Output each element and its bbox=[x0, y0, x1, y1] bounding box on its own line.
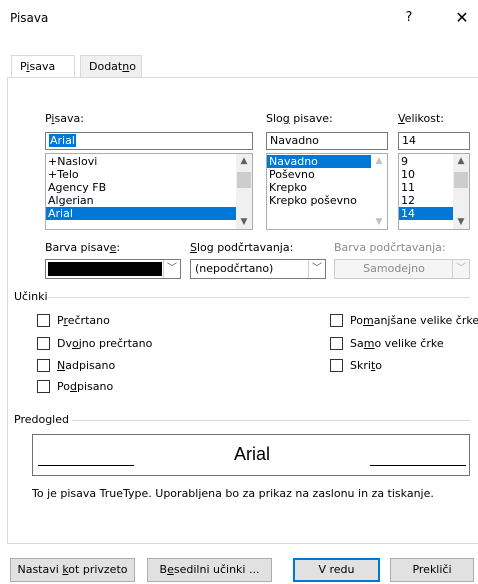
tab-font-label-rest: sava bbox=[29, 60, 56, 73]
tab-advanced[interactable]: Dodatno bbox=[80, 55, 142, 78]
font-list-item-selected[interactable]: Arial bbox=[46, 207, 236, 220]
preview-sample-text: Arial bbox=[233, 444, 270, 464]
size-list-item-selected[interactable]: 14 bbox=[399, 207, 453, 220]
underline-style-label: Slog podčrtavanja: bbox=[190, 241, 294, 254]
underline-style-dropdown[interactable]: (nepodčrtano) ﹀ bbox=[190, 259, 326, 279]
double-strikethrough-checkbox[interactable]: Dvojno prečrtano bbox=[37, 337, 237, 353]
small-caps-checkbox[interactable]: Pomanjšane velike črke bbox=[330, 314, 478, 330]
hidden-checkbox[interactable]: Skrito bbox=[330, 359, 475, 375]
chevron-down-icon: ﹀ bbox=[452, 260, 469, 278]
checkbox-box[interactable] bbox=[37, 337, 50, 350]
style-list-item[interactable]: Krepko poševno bbox=[267, 194, 371, 207]
font-color-swatch bbox=[48, 262, 162, 276]
underline-color-label: Barva podčrtavanja: bbox=[334, 241, 446, 254]
style-list[interactable]: Navadno Poševno Krepko Krepko poševno ▲ … bbox=[266, 153, 388, 230]
style-list-item[interactable]: Krepko bbox=[267, 181, 371, 194]
cancel-button[interactable]: Prekliči bbox=[390, 558, 474, 582]
font-list-item[interactable]: Algerian bbox=[46, 194, 236, 207]
scroll-up-icon[interactable]: ▲ bbox=[236, 154, 252, 168]
checkbox-box[interactable] bbox=[37, 359, 50, 372]
size-list-item[interactable]: 10 bbox=[399, 168, 453, 181]
scroll-up-icon: ▲ bbox=[375, 156, 383, 166]
title-bar: Pisava ? ✕ bbox=[0, 0, 478, 36]
checkbox-box[interactable] bbox=[330, 337, 343, 350]
tab-advanced-label: Dodat bbox=[89, 60, 123, 73]
preview-box: Arial bbox=[32, 434, 470, 476]
font-list-item[interactable]: +Naslovi bbox=[46, 155, 236, 168]
preview-baseline-left bbox=[38, 465, 134, 466]
font-list-item[interactable]: +Telo bbox=[46, 168, 236, 181]
ok-button[interactable]: V redu bbox=[293, 558, 380, 582]
style-list-item-selected[interactable]: Navadno bbox=[267, 155, 371, 168]
preview-baseline-right bbox=[370, 465, 466, 466]
set-as-default-button[interactable]: Nastavi kot privzeto bbox=[10, 558, 135, 582]
window-title: Pisava bbox=[10, 11, 49, 25]
subscript-checkbox[interactable]: Podpisano bbox=[37, 380, 237, 396]
checkbox-box[interactable] bbox=[330, 359, 343, 372]
font-list-item[interactable]: Agency FB bbox=[46, 181, 236, 194]
close-icon[interactable]: ✕ bbox=[448, 6, 476, 30]
scroll-down-icon: ▼ bbox=[375, 217, 383, 227]
font-list[interactable]: +Naslovi +Telo Agency FB Algerian Arial … bbox=[45, 153, 253, 230]
checkbox-label: Samo velike črke bbox=[350, 337, 444, 350]
preview-title: Predogled bbox=[14, 413, 69, 426]
checkbox-label: Nadpisano bbox=[57, 359, 116, 372]
font-label: Pisava: bbox=[45, 112, 84, 125]
underline-style-value: (nepodčrtano) bbox=[195, 262, 274, 275]
font-color-dropdown[interactable]: ﹀ bbox=[45, 259, 181, 279]
size-input[interactable]: 14 bbox=[398, 132, 470, 150]
checkbox-label: Dvojno prečrtano bbox=[57, 337, 153, 350]
text-effects-button[interactable]: Besedilni učinki ... bbox=[147, 558, 272, 582]
scroll-down-icon[interactable]: ▼ bbox=[236, 215, 252, 229]
size-list-item[interactable]: 9 bbox=[399, 155, 453, 168]
help-button[interactable]: ? bbox=[395, 6, 423, 30]
chevron-down-icon[interactable]: ﹀ bbox=[308, 260, 325, 278]
size-list-item[interactable]: 12 bbox=[399, 194, 453, 207]
style-list-item[interactable]: Poševno bbox=[267, 168, 371, 181]
superscript-checkbox[interactable]: Nadpisano bbox=[37, 359, 237, 375]
font-input[interactable]: Arial bbox=[45, 132, 253, 150]
font-color-label: Barva pisave: bbox=[45, 241, 121, 254]
checkbox-box[interactable] bbox=[330, 314, 343, 327]
tab-advanced-label-rest: o bbox=[129, 60, 136, 73]
checkbox-label: Podpisano bbox=[57, 380, 114, 393]
preview-divider bbox=[72, 420, 470, 421]
size-list[interactable]: 9 10 11 12 14 ▲ ▼ bbox=[398, 153, 470, 230]
style-list-scrollbar: ▲ ▼ bbox=[371, 154, 387, 229]
checkbox-label: Skrito bbox=[350, 359, 382, 372]
checkbox-label: Prečrtano bbox=[57, 314, 110, 327]
size-label: Velikost: bbox=[398, 112, 445, 125]
all-caps-checkbox[interactable]: Samo velike črke bbox=[330, 337, 475, 353]
underline-color-value: Samodejno bbox=[363, 262, 425, 275]
effects-divider bbox=[48, 297, 470, 298]
checkbox-box[interactable] bbox=[37, 314, 50, 327]
scroll-up-icon[interactable]: ▲ bbox=[453, 154, 469, 168]
checkbox-box[interactable] bbox=[37, 380, 50, 393]
style-label: Slog pisave: bbox=[266, 112, 333, 125]
underline-color-dropdown: Samodejno ﹀ bbox=[334, 259, 470, 279]
strikethrough-checkbox[interactable]: Prečrtano bbox=[37, 314, 237, 330]
font-list-scrollbar[interactable]: ▲ ▼ bbox=[236, 154, 252, 229]
chevron-down-icon[interactable]: ﹀ bbox=[163, 260, 180, 278]
scroll-down-icon[interactable]: ▼ bbox=[453, 215, 469, 229]
style-input[interactable]: Navadno bbox=[266, 132, 388, 150]
size-list-scrollbar[interactable]: ▲ ▼ bbox=[453, 154, 469, 229]
checkbox-label: Pomanjšane velike črke bbox=[350, 314, 478, 327]
size-list-item[interactable]: 11 bbox=[399, 181, 453, 194]
scroll-thumb[interactable] bbox=[454, 172, 468, 188]
tab-font[interactable]: Pisava bbox=[11, 55, 75, 79]
preview-note: To je pisava TrueType. Uporabljena bo za… bbox=[32, 487, 434, 500]
scroll-thumb[interactable] bbox=[237, 172, 251, 188]
effects-title: Učinki bbox=[14, 290, 48, 303]
